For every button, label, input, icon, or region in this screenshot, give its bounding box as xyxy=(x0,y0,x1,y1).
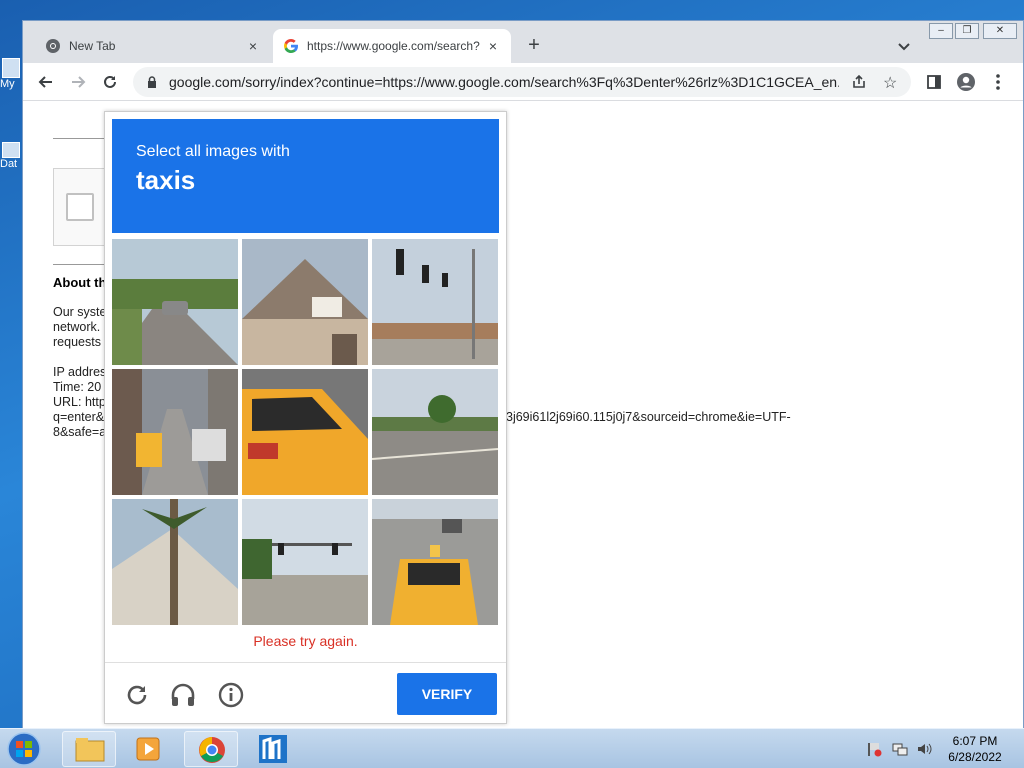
clock-time: 6:07 PM xyxy=(952,734,998,748)
recaptcha-challenge: Select all images with taxis Please try … xyxy=(104,111,507,724)
taskbar-chrome[interactable] xyxy=(184,731,238,767)
image-tile[interactable] xyxy=(112,239,238,365)
tab-title: New Tab xyxy=(69,39,116,53)
close-window-button[interactable]: ✕ xyxy=(983,23,1017,39)
url-text: google.com/sorry/index?continue=https://… xyxy=(169,74,839,90)
url-tail-text: 3j69i61l2j69i60.115j0j7&sourceid=chrome&… xyxy=(506,410,791,424)
folder-icon xyxy=(2,142,20,158)
volume-icon[interactable] xyxy=(916,741,932,762)
image-tile[interactable] xyxy=(112,499,238,625)
maximize-button[interactable]: ❐ xyxy=(955,23,979,39)
address-bar[interactable]: google.com/sorry/index?continue=https://… xyxy=(133,67,911,97)
chrome-icon xyxy=(45,38,61,54)
tab-strip: New Tab × https://www.google.com/search?… xyxy=(23,21,1023,63)
back-icon[interactable] xyxy=(35,71,57,93)
computer-icon xyxy=(2,58,20,78)
network-icon[interactable] xyxy=(892,741,908,762)
challenge-object: taxis xyxy=(136,165,196,195)
challenge-header: Select all images with taxis xyxy=(112,119,499,233)
image-grid xyxy=(112,239,499,626)
share-icon[interactable] xyxy=(851,74,867,95)
google-icon xyxy=(283,38,299,54)
clock-date: 6/28/2022 xyxy=(948,750,1002,764)
image-tile[interactable] xyxy=(242,499,368,625)
taskbar-explorer[interactable] xyxy=(62,731,116,767)
image-tile[interactable] xyxy=(112,369,238,495)
taskbar-media-player[interactable] xyxy=(122,731,176,767)
desktop-icon-label: My xyxy=(0,78,15,90)
image-tile[interactable] xyxy=(372,499,498,625)
info-icon[interactable] xyxy=(217,681,245,709)
about-heading: About th xyxy=(53,275,107,290)
browser-window: New Tab × https://www.google.com/search?… xyxy=(22,20,1024,729)
start-button[interactable] xyxy=(4,731,48,767)
tab-new-tab[interactable]: New Tab × xyxy=(35,29,271,63)
menu-icon[interactable] xyxy=(987,71,1009,93)
desktop-icon-label: Dat xyxy=(0,158,18,170)
recaptcha-checkbox[interactable] xyxy=(66,193,94,221)
image-tile[interactable] xyxy=(242,239,368,365)
challenge-instruction: Select all images with xyxy=(136,143,290,160)
forward-icon[interactable] xyxy=(67,71,89,93)
new-tab-button[interactable]: + xyxy=(523,35,545,57)
star-icon[interactable]: ☆ xyxy=(883,73,897,93)
side-panel-icon[interactable] xyxy=(923,71,945,93)
desktop-icon-data[interactable]: Dat xyxy=(0,142,22,170)
reload-icon[interactable] xyxy=(99,71,121,93)
tab-close-icon[interactable]: × xyxy=(245,38,261,54)
taskbar: 6:07 PM 6/28/2022 xyxy=(0,728,1024,768)
chevron-down-icon[interactable] xyxy=(895,37,913,55)
desktop-icon-my-computer[interactable]: My xyxy=(0,58,22,90)
headphones-icon[interactable] xyxy=(169,681,197,709)
challenge-footer: VERIFY xyxy=(105,662,506,724)
reload-challenge-icon[interactable] xyxy=(123,681,151,709)
tab-close-icon[interactable]: × xyxy=(485,38,501,54)
image-tile[interactable] xyxy=(372,239,498,365)
tab-title: https://www.google.com/search? xyxy=(307,39,480,53)
minimize-button[interactable]: – xyxy=(929,23,953,39)
browser-toolbar: google.com/sorry/index?continue=https://… xyxy=(23,63,1023,101)
tab-google-search[interactable]: https://www.google.com/search? × xyxy=(273,29,511,63)
error-message: Please try again. xyxy=(253,633,358,649)
verify-button[interactable]: VERIFY xyxy=(397,673,497,715)
lock-icon xyxy=(145,75,159,89)
taskbar-app[interactable] xyxy=(246,731,300,767)
profile-icon[interactable] xyxy=(955,71,977,93)
image-tile[interactable] xyxy=(242,369,368,495)
flag-icon[interactable] xyxy=(866,741,882,762)
clock[interactable]: 6:07 PM 6/28/2022 xyxy=(935,733,1015,765)
image-tile[interactable] xyxy=(372,369,498,495)
